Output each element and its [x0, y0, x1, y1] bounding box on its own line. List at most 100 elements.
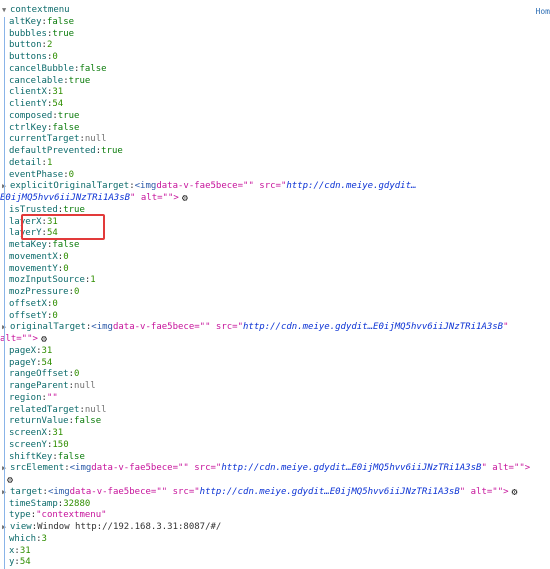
- property-value: false: [57, 451, 85, 462]
- property-key: composed: [9, 110, 53, 121]
- property-row: altKey: false: [0, 17, 550, 29]
- property-row-continued: ⚙: [0, 475, 550, 487]
- property-key: timeStamp: [9, 498, 58, 509]
- property-value: 3: [41, 533, 47, 544]
- element-attrs: data-v-fae5bece="" src=": [69, 486, 200, 497]
- property-key: mozPressure: [9, 287, 69, 297]
- property-row: pageY: 54: [0, 358, 550, 370]
- property-value: null: [84, 404, 107, 415]
- element-tag: <img: [69, 463, 92, 474]
- property-row[interactable]: ▶view: Window http://192.168.3.31:8087/#…: [0, 522, 550, 534]
- property-row: clientY: 54: [0, 99, 550, 111]
- element-attrs: data-v-fae5bece="" src=": [156, 181, 287, 192]
- property-value: true: [57, 110, 80, 121]
- property-value: "contextmenu": [36, 510, 107, 521]
- property-key: offsetY: [9, 310, 47, 321]
- gear-icon[interactable]: ⚙: [512, 488, 521, 498]
- property-key: shiftKey: [9, 451, 53, 462]
- property-value: true: [101, 146, 123, 156]
- element-tail: ": [503, 322, 509, 333]
- element-alt: alt="">: [0, 334, 38, 344]
- property-row: screenY: 150: [0, 440, 550, 452]
- property-row: metaKey: false: [0, 240, 550, 252]
- property-value: null: [74, 381, 96, 391]
- property-row[interactable]: ▶originalTarget: <img data-v-fae5bece=""…: [0, 322, 550, 334]
- property-value: 31: [41, 345, 53, 356]
- property-value: 0: [52, 310, 58, 321]
- property-key: currentTarget: [9, 134, 80, 145]
- property-value: 54: [19, 557, 31, 568]
- property-value: 0: [63, 251, 69, 262]
- property-value: "": [46, 392, 58, 403]
- property-key: rangeParent: [9, 381, 69, 391]
- property-key: buttons: [9, 52, 47, 62]
- home-link[interactable]: Hom: [536, 6, 550, 18]
- property-row: detail: 1: [0, 158, 550, 170]
- element-tag: <img: [47, 486, 70, 497]
- property-row: cancelable: true: [0, 76, 550, 88]
- property-key: defaultPrevented: [9, 146, 96, 156]
- property-key: detail: [9, 157, 42, 168]
- element-src-continued: E0ijMQ5hvv6iiJNzTRi1A3sB: [0, 193, 131, 203]
- element-src: http://cdn.meiye.gdydit…E0ijMQ5hvv6iiJNz…: [221, 463, 482, 474]
- element-tag: <img: [134, 181, 157, 192]
- property-key: eventPhase: [9, 169, 64, 180]
- property-value: 54: [41, 357, 53, 368]
- element-tag: <img: [91, 322, 113, 333]
- gear-icon[interactable]: ⚙: [7, 476, 16, 486]
- property-value: false: [74, 416, 102, 427]
- property-row: y: 54: [0, 557, 550, 569]
- property-key: movementY: [9, 263, 58, 274]
- property-value: false: [52, 122, 80, 133]
- property-key: clientX: [9, 87, 47, 98]
- chevron-down-icon[interactable]: ▼: [2, 5, 10, 17]
- property-value: 1: [90, 275, 96, 286]
- property-value: 54: [52, 99, 64, 109]
- event-root-row[interactable]: ▼ contextmenu: [0, 5, 550, 17]
- property-key: originalTarget: [10, 322, 86, 333]
- property-row: movementY: 0: [0, 264, 550, 276]
- property-row: bubbles: true: [0, 29, 550, 41]
- console-event-tree: ▼ contextmenu altKey: false bubbles: true…: [0, 5, 550, 569]
- property-value: 150: [52, 439, 69, 450]
- property-value: 0: [63, 263, 69, 274]
- property-row: mozInputSource: 1: [0, 275, 550, 287]
- property-value: 31: [52, 428, 64, 438]
- property-key: metaKey: [9, 240, 47, 250]
- property-key: movementX: [9, 251, 58, 262]
- property-key: rangeOffset: [9, 369, 69, 380]
- property-key: screenX: [9, 428, 47, 438]
- property-row: x: 31: [0, 546, 550, 558]
- property-row[interactable]: ▶explicitOriginalTarget: <img data-v-fae…: [0, 181, 550, 193]
- property-row: pageX: 31: [0, 346, 550, 358]
- gear-icon[interactable]: ⚙: [41, 335, 50, 345]
- property-key: altKey: [9, 16, 42, 27]
- property-row: offsetY: 0: [0, 311, 550, 323]
- property-value: 2: [46, 40, 53, 51]
- element-src: http://cdn.meiye.gdydit…E0ijMQ5hvv6iiJNz…: [243, 322, 504, 333]
- property-row: rangeParent: null: [0, 381, 550, 393]
- property-row[interactable]: ▶target: <img data-v-fae5bece="" src="ht…: [0, 487, 550, 499]
- property-key: offsetX: [9, 298, 47, 309]
- property-row: mozPressure: 0: [0, 287, 550, 299]
- property-row: timeStamp: 32880: [0, 499, 550, 511]
- property-key: view: [10, 522, 32, 532]
- property-row: shiftKey: false: [0, 452, 550, 464]
- property-value: true: [68, 75, 91, 86]
- property-value: true: [52, 28, 75, 39]
- element-tail: " alt="">: [130, 193, 179, 203]
- property-value: false: [46, 16, 75, 27]
- property-key: srcElement: [10, 463, 65, 474]
- property-row: eventPhase: 0: [0, 170, 550, 182]
- property-row[interactable]: ▶srcElement: <img data-v-fae5bece="" src…: [0, 463, 550, 475]
- event-name: contextmenu: [10, 5, 70, 15]
- element-attrs: data-v-fae5bece="" src=": [91, 463, 222, 474]
- property-key: mozInputSource: [9, 275, 85, 286]
- gear-icon[interactable]: ⚙: [182, 194, 191, 204]
- property-row: movementX: 0: [0, 252, 550, 264]
- property-row: currentTarget: null: [0, 134, 550, 146]
- property-key: which: [9, 533, 37, 544]
- property-value: false: [79, 63, 107, 74]
- property-key: button: [9, 40, 42, 51]
- property-key: screenY: [9, 439, 47, 450]
